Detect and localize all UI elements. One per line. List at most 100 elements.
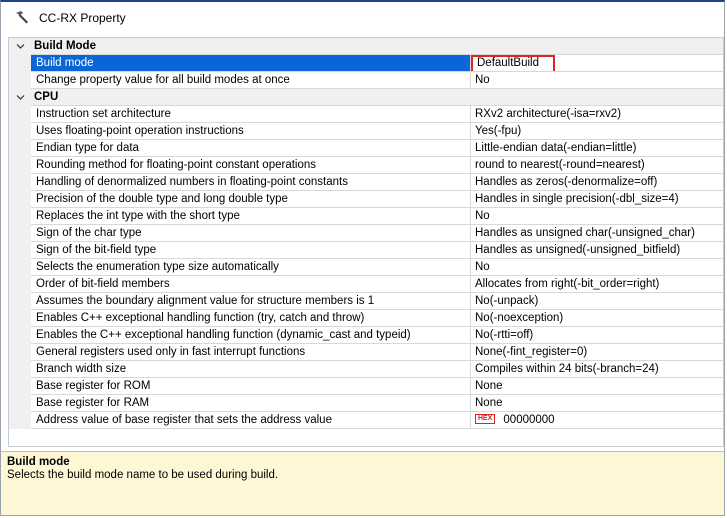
property-row[interactable]: Endian type for data Little-endian data(-… <box>9 140 723 157</box>
row-margin <box>9 344 31 361</box>
property-name[interactable]: General registers used only in fast inte… <box>31 344 471 361</box>
property-value[interactable]: Little-endian data(-endian=little) <box>471 140 723 157</box>
property-row[interactable]: Order of bit-field members Allocates from… <box>9 276 723 293</box>
chevron-down-icon[interactable] <box>16 42 25 51</box>
property-name[interactable]: Handling of denormalized numbers in floa… <box>31 174 471 191</box>
property-value[interactable]: No(-noexception) <box>471 310 723 327</box>
description-text: Selects the build mode name to be used d… <box>7 469 279 481</box>
property-row[interactable]: Precision of the double type and long do… <box>9 191 723 208</box>
row-margin <box>9 191 31 208</box>
property-name[interactable]: Build mode <box>31 55 471 72</box>
property-name[interactable]: Branch width size <box>31 361 471 378</box>
property-name[interactable]: Enables the C++ exceptional handling fun… <box>31 327 471 344</box>
property-value[interactable]: None(-fint_register=0) <box>471 344 723 361</box>
property-name[interactable]: Assumes the boundary alignment value for… <box>31 293 471 310</box>
row-margin <box>9 174 31 191</box>
property-row-selected[interactable]: Build mode DefaultBuild <box>9 55 723 72</box>
property-value[interactable]: Compiles within 24 bits(-branch=24) <box>471 361 723 378</box>
row-margin <box>9 412 31 429</box>
property-row[interactable]: Enables C++ exceptional handling functio… <box>9 310 723 327</box>
category-row[interactable]: CPU <box>9 89 723 106</box>
property-name[interactable]: Base register for RAM <box>31 395 471 412</box>
property-value[interactable]: Yes(-fpu) <box>471 123 723 140</box>
property-name[interactable]: Replaces the int type with the short typ… <box>31 208 471 225</box>
property-value[interactable]: HEX 00000000 <box>471 412 723 429</box>
category-row[interactable]: Build Mode <box>9 38 723 55</box>
property-name[interactable]: Change property value for all build mode… <box>31 72 471 89</box>
property-name[interactable]: Enables C++ exceptional handling functio… <box>31 310 471 327</box>
property-value[interactable]: round to nearest(-round=nearest) <box>471 157 723 174</box>
property-row[interactable]: Branch width size Compiles within 24 bits… <box>9 361 723 378</box>
property-grid[interactable]: Build Mode Build mode DefaultBuild Change p… <box>8 37 724 447</box>
hex-icon: HEX <box>475 413 496 424</box>
property-name[interactable]: Instruction set architecture <box>31 106 471 123</box>
row-margin <box>9 361 31 378</box>
row-margin <box>9 72 31 89</box>
property-value[interactable]: RXv2 architecture(-isa=rxv2) <box>471 106 723 123</box>
property-value[interactable]: Handles as unsigned(-unsigned_bitfield) <box>471 242 723 259</box>
property-name[interactable]: Uses floating-point operation instructio… <box>31 123 471 140</box>
property-name[interactable]: Endian type for data <box>31 140 471 157</box>
row-margin <box>9 378 31 395</box>
title-bar: CC-RX Property <box>1 2 724 34</box>
property-name[interactable]: Base register for ROM <box>31 378 471 395</box>
property-name[interactable]: Order of bit-field members <box>31 276 471 293</box>
description-title: Build mode <box>7 456 70 468</box>
row-margin <box>9 208 31 225</box>
window-title: CC-RX Property <box>39 11 126 25</box>
property-name[interactable]: Rounding method for floating-point const… <box>31 157 471 174</box>
property-value[interactable]: Handles as unsigned char(-unsigned_char) <box>471 225 723 242</box>
property-row[interactable]: Assumes the boundary alignment value for… <box>9 293 723 310</box>
property-row[interactable]: Sign of the char type Handles as unsigned… <box>9 225 723 242</box>
property-value[interactable]: No <box>471 72 723 89</box>
row-margin <box>9 395 31 412</box>
build-mode-value-highlight[interactable]: DefaultBuild <box>471 55 555 71</box>
property-row[interactable]: Instruction set architecture RXv2 archite… <box>9 106 723 123</box>
property-name[interactable]: Address value of base register that sets… <box>31 412 471 429</box>
property-row[interactable]: Change property value for all build mode… <box>9 72 723 89</box>
property-value[interactable]: No(-rtti=off) <box>471 327 723 344</box>
property-row[interactable]: Enables the C++ exceptional handling fun… <box>9 327 723 344</box>
row-margin <box>9 157 31 174</box>
property-value[interactable]: DefaultBuild <box>471 55 723 72</box>
property-row[interactable]: Handling of denormalized numbers in floa… <box>9 174 723 191</box>
category-toggle[interactable] <box>9 89 31 106</box>
property-value[interactable]: No <box>471 259 723 276</box>
category-label: Build Mode <box>31 38 471 55</box>
category-value-cell <box>471 38 723 55</box>
property-name[interactable]: Precision of the double type and long do… <box>31 191 471 208</box>
chevron-down-icon[interactable] <box>16 93 25 102</box>
category-toggle[interactable] <box>9 38 31 55</box>
property-row[interactable]: Base register for RAM None <box>9 395 723 412</box>
row-margin <box>9 140 31 157</box>
row-margin <box>9 276 31 293</box>
row-margin <box>9 293 31 310</box>
hammer-icon <box>16 11 28 24</box>
row-margin <box>9 327 31 344</box>
property-name[interactable]: Sign of the bit-field type <box>31 242 471 259</box>
row-margin <box>9 106 31 123</box>
property-value[interactable]: Handles as zeros(-denormalize=off) <box>471 174 723 191</box>
property-row[interactable]: Rounding method for floating-point const… <box>9 157 723 174</box>
property-row[interactable]: Sign of the bit-field type Handles as uns… <box>9 242 723 259</box>
property-name[interactable]: Sign of the char type <box>31 225 471 242</box>
property-value[interactable]: None <box>471 378 723 395</box>
row-margin <box>9 55 31 72</box>
category-label: CPU <box>31 89 471 106</box>
description-panel: Build mode Selects the build mode name t… <box>1 451 724 515</box>
property-row[interactable]: Address value of base register that sets… <box>9 412 723 429</box>
row-margin <box>9 123 31 140</box>
row-margin <box>9 225 31 242</box>
property-value[interactable]: Allocates from right(-bit_order=right) <box>471 276 723 293</box>
property-row[interactable]: Uses floating-point operation instructio… <box>9 123 723 140</box>
property-value[interactable]: No <box>471 208 723 225</box>
property-value[interactable]: Handles in single precision(-dbl_size=4) <box>471 191 723 208</box>
property-row[interactable]: Base register for ROM None <box>9 378 723 395</box>
property-row[interactable]: Replaces the int type with the short typ… <box>9 208 723 225</box>
address-value[interactable]: 00000000 <box>503 414 554 426</box>
property-row[interactable]: Selects the enumeration type size automa… <box>9 259 723 276</box>
property-value[interactable]: No(-unpack) <box>471 293 723 310</box>
property-name[interactable]: Selects the enumeration type size automa… <box>31 259 471 276</box>
property-row[interactable]: General registers used only in fast inte… <box>9 344 723 361</box>
property-value[interactable]: None <box>471 395 723 412</box>
